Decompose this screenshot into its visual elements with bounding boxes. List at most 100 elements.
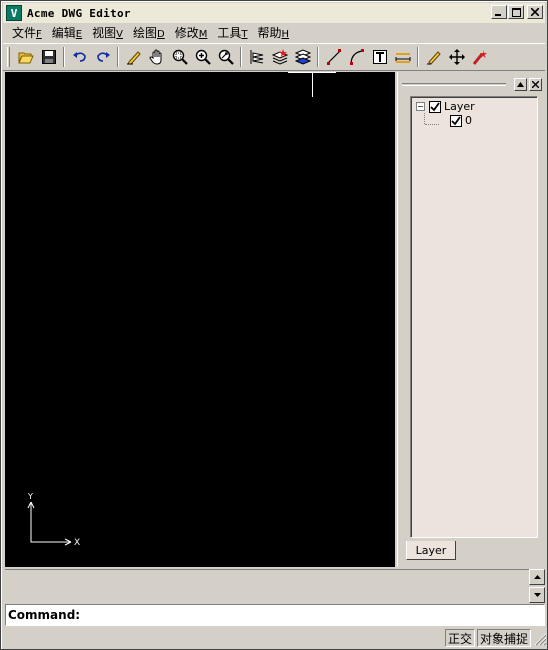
osnap-label: 对象捕捉	[479, 631, 528, 646]
tree-connector	[425, 124, 439, 125]
layer-state-icon	[294, 49, 311, 65]
zoom-window-icon	[172, 49, 188, 65]
scroll-up-button[interactable]	[529, 569, 545, 585]
menu-draw-accel: D	[157, 29, 165, 40]
zoom-in-button[interactable]	[191, 46, 214, 68]
command-prompt-label: Command:	[8, 608, 81, 622]
line-icon	[326, 49, 341, 65]
dimension-button[interactable]	[391, 46, 414, 68]
menu-help[interactable]: 帮助H	[252, 24, 294, 41]
menu-modify[interactable]: 修改M	[170, 24, 213, 41]
tree-connector	[424, 113, 425, 124]
redo-button[interactable]	[91, 46, 114, 68]
layer-item-0[interactable]: 0	[450, 114, 472, 127]
triangle-down-icon	[533, 593, 541, 597]
title-bar[interactable]: V Acme DWG Editor	[3, 3, 545, 23]
checkmark-icon	[451, 115, 461, 125]
layer-properties-icon	[250, 50, 263, 64]
zoom-in-icon	[195, 49, 211, 65]
toolbar-grip[interactable]	[7, 47, 10, 67]
menu-view[interactable]: 视图V	[87, 24, 128, 41]
pencil-icon	[126, 51, 141, 65]
layer-new-button[interactable]	[268, 46, 291, 68]
line-button[interactable]	[322, 46, 345, 68]
save-button[interactable]	[37, 46, 60, 68]
menu-help-label: 帮助	[257, 26, 282, 40]
panel-grip[interactable]	[402, 83, 506, 86]
app-window: V Acme DWG Editor 文件F 编辑E 视图V 绘图D 修改M 工具…	[0, 0, 548, 650]
app-icon[interactable]: V	[6, 5, 22, 21]
menu-edit-accel: E	[75, 29, 83, 40]
move-icon	[448, 49, 465, 65]
triangle-up-icon	[517, 81, 524, 87]
layer-panel: − Layer 0 Layer	[397, 72, 547, 567]
ucs-icon: Y X	[27, 492, 80, 548]
command-history-scrollbar[interactable]	[529, 569, 545, 603]
menu-modify-accel: M	[198, 29, 208, 40]
close-icon	[531, 8, 539, 16]
layer-properties-button[interactable]	[245, 46, 268, 68]
menu-view-label: 视图	[92, 26, 117, 40]
layer-tree-root[interactable]: − Layer	[416, 100, 475, 113]
toolbar-separator	[117, 47, 119, 67]
ucs-y-label: Y	[27, 492, 33, 501]
menu-edit[interactable]: 编辑E	[47, 24, 87, 41]
menu-draw[interactable]: 绘图D	[128, 24, 170, 41]
toolbar-separator	[317, 47, 319, 67]
layer-panel-header[interactable]	[402, 76, 542, 92]
zoom-realtime-button[interactable]	[214, 46, 237, 68]
status-bar: 正交 对象捕捉	[3, 628, 547, 648]
arc-button[interactable]	[345, 46, 368, 68]
menu-help-accel: H	[281, 29, 290, 40]
tab-layer[interactable]: Layer	[406, 541, 456, 560]
zoom-realtime-icon	[218, 49, 234, 65]
pencil-button[interactable]	[122, 46, 145, 68]
menu-edit-label: 编辑	[51, 26, 76, 40]
ortho-toggle[interactable]: 正交	[444, 629, 475, 647]
maximize-button[interactable]	[508, 5, 524, 19]
text-button[interactable]	[368, 46, 391, 68]
command-line[interactable]: Command:	[5, 604, 545, 626]
menu-bar: 文件F 编辑E 视图V 绘图D 修改M 工具T 帮助H	[3, 23, 545, 42]
checkmark-icon	[430, 101, 440, 111]
layer-root-checkbox[interactable]	[429, 100, 441, 113]
collapse-icon[interactable]: −	[416, 102, 425, 111]
menu-modify-label: 修改	[174, 26, 199, 40]
toolbar-separator	[417, 47, 419, 67]
command-history	[5, 569, 529, 603]
explode-button[interactable]	[468, 46, 491, 68]
layer-0-checkbox[interactable]	[450, 114, 462, 127]
menu-file[interactable]: 文件F	[7, 24, 47, 41]
close-button[interactable]	[527, 5, 543, 19]
resize-grip-icon[interactable]	[533, 630, 547, 646]
cursor-crosshair-vertical	[312, 72, 313, 97]
toolbar-separator	[63, 47, 65, 67]
menu-view-accel: V	[116, 29, 123, 40]
layer-item-label: 0	[465, 114, 472, 127]
move-button[interactable]	[445, 46, 468, 68]
zoom-window-button[interactable]	[168, 46, 191, 68]
drawing-canvas[interactable]: Y X	[5, 72, 395, 567]
pan-button[interactable]	[145, 46, 168, 68]
layer-new-icon	[271, 49, 288, 65]
panel-close-button[interactable]	[529, 77, 542, 91]
layer-state-button[interactable]	[291, 46, 314, 68]
minimize-icon	[495, 14, 501, 16]
arc-icon	[349, 49, 364, 65]
panel-collapse-button[interactable]	[514, 77, 527, 91]
minimize-button[interactable]	[491, 5, 507, 19]
open-button[interactable]	[14, 46, 37, 68]
eraser-button[interactable]	[422, 46, 445, 68]
ortho-label: 正交	[447, 631, 472, 646]
scroll-down-button[interactable]	[529, 587, 545, 603]
tab-layer-label: Layer	[415, 543, 447, 557]
undo-button[interactable]	[68, 46, 91, 68]
menu-file-label: 文件	[12, 26, 37, 40]
pan-icon	[148, 49, 161, 65]
undo-icon	[72, 52, 86, 62]
layer-root-label: Layer	[444, 100, 475, 113]
dimension-icon	[395, 53, 410, 63]
menu-tools[interactable]: 工具T	[212, 24, 252, 41]
close-icon	[532, 80, 539, 88]
osnap-toggle[interactable]: 对象捕捉	[476, 629, 531, 647]
